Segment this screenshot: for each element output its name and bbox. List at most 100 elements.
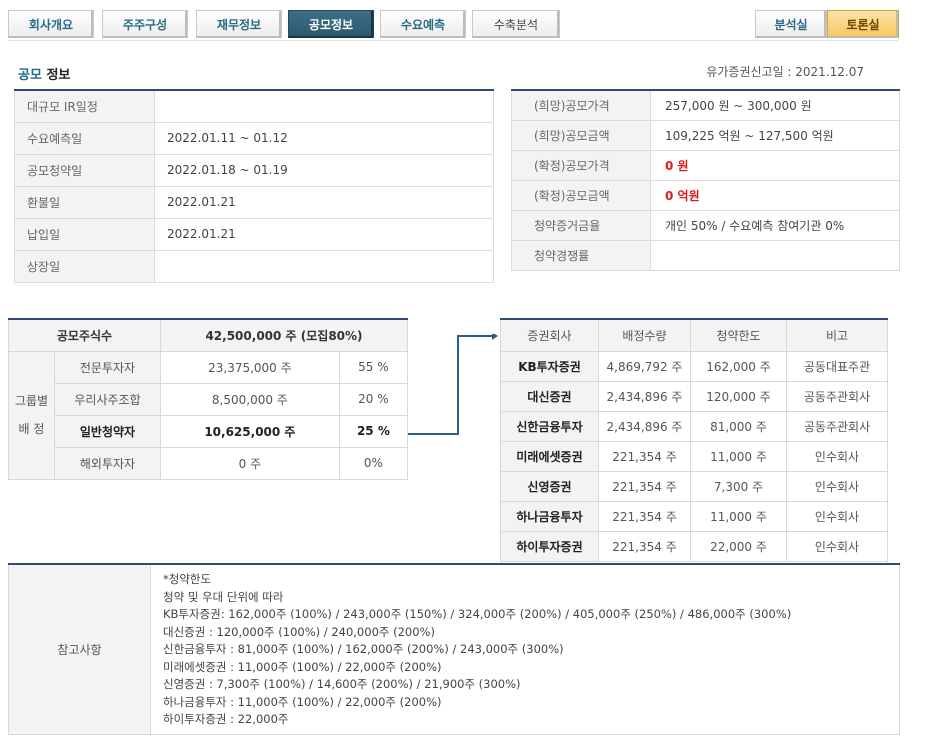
row-value: 109,225 억원 ~ 127,500 억원 (650, 120, 900, 151)
row-value: 2022.01.18 ~ 01.19 (154, 154, 494, 187)
table-header-row: 증권회사 배정수량 청약한도 비고 (500, 318, 888, 352)
broker-qty: 221,354 주 (598, 530, 691, 562)
notes-body: *청약한도 청약 및 우대 단위에 따라 KB투자증권: 162,000주 (1… (150, 563, 900, 735)
column-header: 증권회사 (500, 318, 599, 352)
column-header: 비고 (786, 318, 888, 352)
row-label: 청약경쟁률 (511, 240, 651, 271)
table-row: 상장일 (14, 250, 494, 283)
underwriters-table: 증권회사 배정수량 청약한도 비고 KB투자증권 4,869,792 주 162,0… (500, 318, 888, 562)
table-row: 일반청약자 10,625,000 주 25 % (9, 414, 409, 448)
investor-type: 우리사주조합 (54, 382, 161, 416)
allocated-shares: 23,375,000 주 (160, 350, 340, 384)
note-line: 신영증권 : 7,300주 (100%) / 14,600주 (200%) / … (163, 677, 521, 691)
allocated-shares: 10,625,000 주 (160, 414, 340, 448)
table-row: 참고사항 *청약한도 청약 및 우대 단위에 따라 KB투자증권: 162,00… (8, 563, 900, 735)
broker-limit: 22,000 주 (690, 530, 787, 562)
note-line: 하나금융투자 : 11,000주 (100%) / 22,000주 (200%) (163, 694, 442, 709)
row-label: (확정)공모금액 (511, 180, 651, 211)
table-row: 미래에셋증권 221,354 주 11,000 주 인수회사 (500, 440, 888, 472)
broker-qty: 4,869,792 주 (598, 350, 691, 382)
filing-date: 유가증권신고일 : 2021.12.07 (706, 65, 864, 79)
tab-demand-forecast[interactable]: 수요예측 (380, 10, 466, 38)
note-line: 미래에셋증권 : 11,000주 (100%) / 22,000주 (200%) (163, 659, 442, 674)
tab-analysis-room[interactable]: 분석실 (755, 10, 827, 38)
row-value: 0 원 (650, 150, 900, 181)
table-row: 대규모 IR일정 (14, 90, 494, 123)
broker-note: 공동주관회사 (786, 380, 888, 412)
broker-qty: 2,434,896 주 (598, 410, 691, 442)
tab-financials[interactable]: 재무정보 (196, 10, 282, 38)
broker-limit: 11,000 주 (690, 500, 787, 532)
broker-qty: 221,354 주 (598, 470, 691, 502)
allocated-percent: 25 % (338, 414, 409, 448)
row-label: 대규모 IR일정 (14, 90, 155, 123)
table-row: 대신증권 2,434,896 주 120,000 주 공동주관회사 (500, 380, 888, 412)
row-label: 환불일 (14, 186, 155, 219)
table-row: 납입일 2022.01.21 (14, 218, 494, 251)
section-title: 공모 정보 (18, 68, 71, 83)
table-row: 수요예측일 2022.01.11 ~ 01.12 (14, 122, 494, 155)
broker-note: 인수회사 (786, 500, 888, 532)
tab-divider (8, 40, 898, 41)
broker-name: 미래에셋증권 (500, 440, 599, 472)
schedule-table: 대규모 IR일정 수요예측일 2022.01.11 ~ 01.12 공모청약일 20… (14, 89, 494, 283)
tab-discussion-room[interactable]: 토론실 (827, 10, 899, 38)
row-value: 2022.01.21 (154, 186, 494, 219)
broker-limit: 7,300 주 (690, 470, 787, 502)
allocated-percent: 20 % (338, 382, 409, 416)
notes-table: 참고사항 *청약한도 청약 및 우대 단위에 따라 KB투자증권: 162,00… (8, 563, 900, 735)
investor-type: 일반청약자 (54, 414, 161, 448)
row-value: 2022.01.21 (154, 218, 494, 251)
row-label: 공모청약일 (14, 154, 155, 187)
broker-note: 공동주관회사 (786, 410, 888, 442)
table-row: (희망)공모가격 257,000 원 ~ 300,000 원 (511, 90, 900, 121)
row-value: 2022.01.11 ~ 01.12 (154, 122, 494, 155)
row-label: (확정)공모가격 (511, 150, 651, 181)
note-line: 청약 및 우대 단위에 따라 (163, 589, 284, 604)
tab-shareholders[interactable]: 주주구성 (102, 10, 188, 38)
row-value (650, 240, 900, 271)
broker-name: 하나금융투자 (500, 500, 599, 532)
broker-qty: 221,354 주 (598, 440, 691, 472)
note-line: KB투자증권: 162,000주 (100%) / 243,000주 (150%… (163, 607, 792, 621)
row-label: (희망)공모가격 (511, 90, 651, 121)
row-value (154, 90, 494, 123)
table-row: 청약증거금율 개인 50% / 수요예측 참여기관 0% (511, 210, 900, 241)
row-value (154, 250, 494, 283)
table-row: 공모주식수 42,500,000 주 (모집80%) (8, 318, 408, 352)
table-row: 우리사주조합 8,500,000 주 20 % (9, 382, 409, 416)
table-row: (확정)공모금액 0 억원 (511, 180, 900, 211)
row-value: 257,000 원 ~ 300,000 원 (650, 90, 900, 121)
column-header: 배정수량 (598, 318, 691, 352)
table-row: KB투자증권 4,869,792 주 162,000 주 공동대표주관 (500, 350, 888, 382)
tab-ipo-info[interactable]: 공모정보 (288, 10, 374, 38)
table-row: 환불일 2022.01.21 (14, 186, 494, 219)
row-label: 수요예측일 (14, 122, 155, 155)
allocated-percent: 0% (338, 446, 409, 480)
note-line: *청약한도 (163, 572, 212, 586)
price-table: (희망)공모가격 257,000 원 ~ 300,000 원 (희망)공모금액 10… (511, 89, 900, 271)
broker-name: 신한금융투자 (500, 410, 599, 442)
broker-limit: 162,000 주 (690, 350, 787, 382)
row-label: 상장일 (14, 250, 155, 283)
notes-label: 참고사항 (8, 563, 151, 735)
investor-type: 해외투자자 (54, 446, 161, 480)
total-shares-value: 42,500,000 주 (모집80%) (160, 318, 408, 352)
note-line: 하이투자증권 : 22,000주 (163, 712, 289, 726)
broker-note: 공동대표주관 (786, 350, 888, 382)
tab-company-overview[interactable]: 회사개요 (8, 10, 94, 38)
tab-analysis[interactable]: 수축분석 (472, 10, 560, 38)
broker-name: 하이투자증권 (500, 530, 599, 562)
allocation-table: 공모주식수 42,500,000 주 (모집80%) 그룹별 배 정 전문투자자 … (8, 318, 409, 480)
table-row: 그룹별 배 정 전문투자자 23,375,000 주 55 % (8, 350, 409, 480)
row-label: 납입일 (14, 218, 155, 251)
broker-limit: 81,000 주 (690, 410, 787, 442)
table-row: 하나금융투자 221,354 주 11,000 주 인수회사 (500, 500, 888, 532)
allocated-shares: 8,500,000 주 (160, 382, 340, 416)
broker-limit: 120,000 주 (690, 380, 787, 412)
note-line: 대신증권 : 120,000주 (100%) / 240,000주 (200%) (163, 624, 435, 639)
table-row: 해외투자자 0 주 0% (9, 446, 409, 480)
broker-qty: 2,434,896 주 (598, 380, 691, 412)
row-value: 0 억원 (650, 180, 900, 211)
table-row: (희망)공모금액 109,225 억원 ~ 127,500 억원 (511, 120, 900, 151)
